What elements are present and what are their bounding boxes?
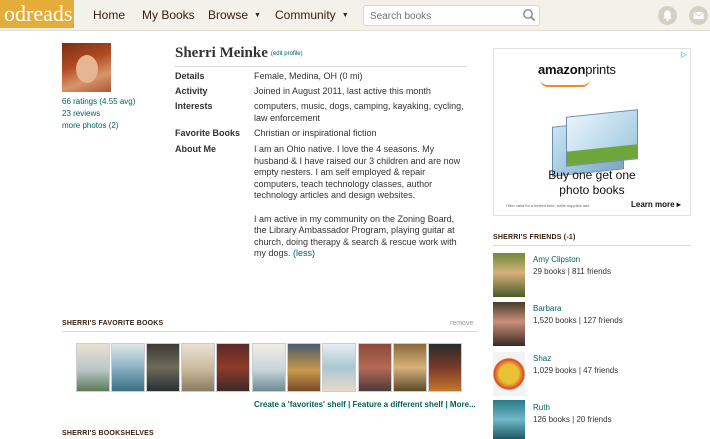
book-cover[interactable] bbox=[358, 343, 392, 392]
friend-name[interactable]: Shaz bbox=[533, 354, 551, 363]
search-box bbox=[363, 5, 540, 26]
ad-choices-icon[interactable]: ▷ bbox=[681, 50, 687, 59]
about-me-text: I am an Ohio native. I love the 4 season… bbox=[254, 144, 474, 260]
about-line: my dogs. bbox=[254, 248, 291, 259]
ad-brand-b: prints bbox=[585, 62, 616, 77]
friends-heading: SHERRI'S FRIENDS (-1) bbox=[493, 234, 576, 241]
less-link[interactable]: (less) bbox=[293, 248, 315, 258]
book-cover[interactable] bbox=[322, 343, 356, 392]
search-icon[interactable] bbox=[522, 8, 536, 22]
about-line: technology articles and design websites. bbox=[254, 190, 416, 201]
book-cover[interactable] bbox=[181, 343, 215, 392]
book-cover[interactable] bbox=[76, 343, 110, 392]
details-label: Details bbox=[175, 71, 205, 81]
favorite-books-label: Favorite Books bbox=[175, 128, 241, 138]
divider bbox=[175, 66, 467, 67]
search-input[interactable] bbox=[364, 7, 514, 26]
about-line: I am active in my community on the Zonin… bbox=[254, 213, 455, 224]
friend-stats: 126 books | 20 friends bbox=[533, 415, 612, 424]
friend-name[interactable]: Ruth bbox=[533, 403, 550, 412]
activity-value: Joined in August 2011, last active this … bbox=[254, 86, 431, 96]
messages-button[interactable] bbox=[689, 6, 708, 25]
about-line: church, doing therapy & search & rescue … bbox=[254, 236, 457, 247]
bell-icon bbox=[663, 10, 672, 22]
about-line: I am an Ohio native. I love the 4 season… bbox=[254, 144, 435, 154]
friend-avatar[interactable] bbox=[493, 253, 525, 297]
friend-stats: 29 books | 811 friends bbox=[533, 267, 611, 276]
friend-avatar[interactable] bbox=[493, 352, 525, 396]
envelope-icon bbox=[693, 11, 704, 19]
nav-my-books[interactable]: My Books bbox=[142, 0, 195, 31]
amazon-smile-icon bbox=[540, 79, 590, 87]
favorite-books-heading: SHERRI'S FAVORITE BOOKS bbox=[62, 320, 164, 327]
nav-home[interactable]: Home bbox=[93, 0, 125, 31]
book-cover[interactable] bbox=[252, 343, 286, 392]
about-me-label: About Me bbox=[175, 144, 216, 154]
amazon-prints-ad[interactable]: ▷ amazonprints Buy one get one photo boo… bbox=[493, 48, 691, 216]
ad-photobook-image bbox=[566, 109, 638, 167]
friend-name[interactable]: Barbara bbox=[533, 304, 561, 313]
remove-link[interactable]: remove bbox=[450, 320, 473, 327]
nav-community[interactable]: Community ▼ bbox=[275, 0, 349, 31]
caret-down-icon: ▼ bbox=[254, 12, 261, 19]
ad-headline: Buy one get one bbox=[548, 168, 636, 182]
nav-browse-label: Browse bbox=[208, 8, 249, 22]
friend-avatar[interactable] bbox=[493, 400, 525, 439]
bookshelves-heading: SHERRI'S BOOKSHELVES bbox=[62, 430, 154, 437]
interests-value: computers, music, dogs, camping, kayakin… bbox=[254, 101, 464, 124]
about-line bbox=[254, 202, 474, 214]
friend-stats: 1,520 books | 127 friends bbox=[533, 316, 623, 325]
caret-down-icon: ▼ bbox=[341, 12, 349, 19]
more-photos-link[interactable]: more photos (2) bbox=[62, 121, 118, 130]
book-cover[interactable] bbox=[216, 343, 250, 392]
book-cover[interactable] bbox=[146, 343, 180, 392]
book-cover[interactable] bbox=[111, 343, 145, 392]
ad-image-grass bbox=[567, 144, 637, 166]
details-value: Female, Medina, OH (0 mi) bbox=[254, 71, 363, 81]
avatar-face bbox=[76, 55, 98, 83]
book-cover[interactable] bbox=[428, 343, 462, 392]
edit-profile-link[interactable]: (edit profile) bbox=[271, 51, 303, 57]
profile-name: Sherri Meinke (edit profile) bbox=[175, 45, 303, 62]
about-line: the Library Ambassador Program, playing … bbox=[254, 225, 455, 236]
profile-name-text: Sherri Meinke bbox=[175, 45, 268, 61]
goodreads-logo[interactable]: odreads bbox=[0, 0, 74, 28]
ad-headline: photo books bbox=[559, 183, 625, 197]
divider bbox=[62, 331, 478, 332]
interests-line: law enforcement bbox=[254, 112, 321, 123]
book-cover[interactable] bbox=[393, 343, 427, 392]
interests-line: computers, music, dogs, camping, kayakin… bbox=[254, 101, 464, 111]
friend-avatar[interactable] bbox=[493, 302, 525, 346]
ad-fine-print: Offer valid for a limited time, while su… bbox=[506, 203, 590, 208]
notifications-button[interactable] bbox=[658, 6, 677, 25]
activity-label: Activity bbox=[175, 86, 208, 96]
about-line-last: my dogs. (less) bbox=[254, 248, 474, 260]
about-line: husband & I have raised our 3 children a… bbox=[254, 155, 461, 166]
interests-label: Interests bbox=[175, 101, 213, 111]
favorite-books-value: Christian or inspirational fiction bbox=[254, 128, 377, 138]
ad-brand: amazonprints bbox=[538, 62, 616, 77]
book-cover[interactable] bbox=[287, 343, 321, 392]
friend-stats: 1,029 books | 47 friends bbox=[533, 366, 619, 375]
profile-photo[interactable] bbox=[62, 43, 111, 92]
reviews-link[interactable]: 23 reviews bbox=[62, 109, 100, 118]
ad-brand-a: amazon bbox=[538, 62, 586, 77]
top-header: odreads Home My Books Browse ▼ Community ▼ bbox=[0, 0, 710, 31]
nav-community-label: Community bbox=[275, 8, 336, 22]
about-line: computers, teach technology classes, aut… bbox=[254, 178, 433, 189]
ad-learn-more[interactable]: Learn more ▸ bbox=[631, 200, 681, 209]
divider bbox=[493, 245, 691, 246]
about-line: empty nesters. I am self employed & repa… bbox=[254, 167, 426, 178]
friend-name[interactable]: Amy Clipston bbox=[533, 255, 580, 264]
favorites-links[interactable]: Create a 'favorites' shelf | Feature a d… bbox=[254, 400, 476, 409]
nav-browse[interactable]: Browse ▼ bbox=[208, 0, 261, 31]
ratings-link[interactable]: 66 ratings (4.55 avg) bbox=[62, 97, 135, 106]
